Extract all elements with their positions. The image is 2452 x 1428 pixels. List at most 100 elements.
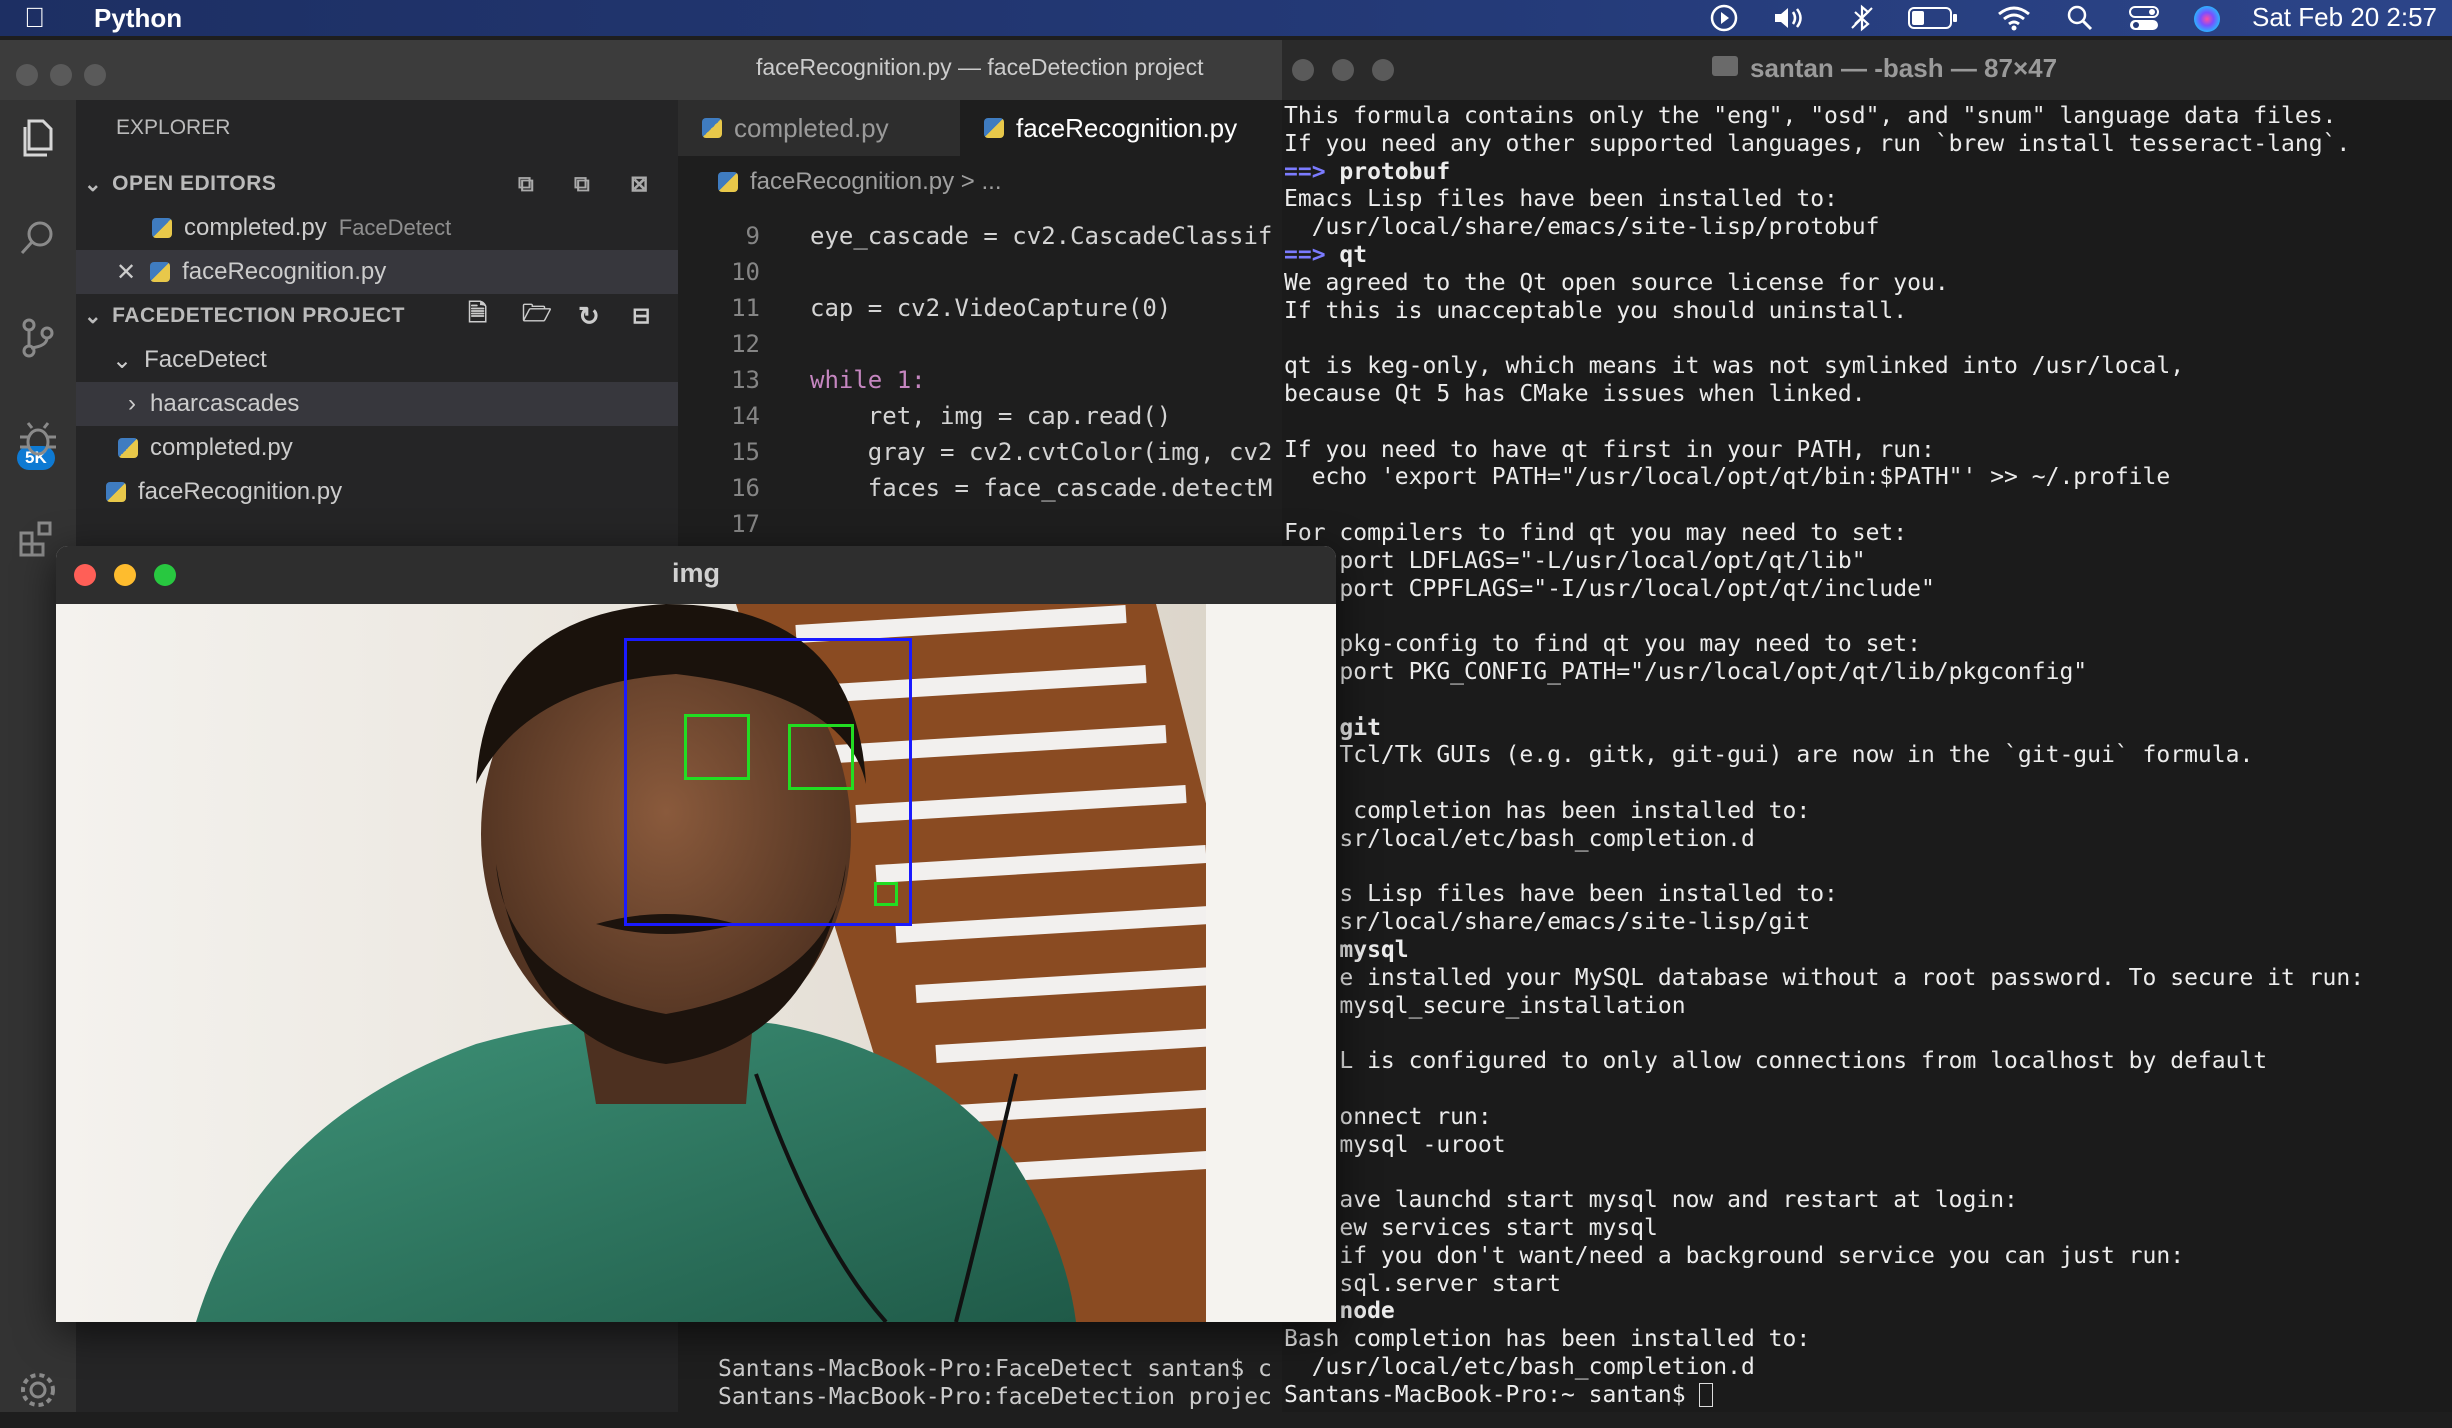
- terminal-line: echo 'export PATH="/usr/local/opt/qt/bin…: [1284, 464, 2171, 491]
- terminal-output[interactable]: This formula contains only the "eng", "o…: [1284, 102, 2452, 1412]
- clock[interactable]: Sat Feb 20 2:57: [2252, 2, 2437, 33]
- menu-bar:  Python Sat Feb 20 2:57: [0, 0, 2452, 36]
- code-line[interactable]: faces = face_cascade.detectM: [810, 474, 1273, 502]
- tab-label: faceRecognition.py: [1016, 112, 1238, 143]
- terminal-line: We agreed to the Qt open source license …: [1284, 269, 1949, 296]
- tab-label: completed.py: [734, 112, 889, 143]
- open-editor-hint: FaceDetect: [338, 215, 452, 240]
- zoom-window-button[interactable]: [1372, 59, 1394, 81]
- python-file-icon: [118, 438, 138, 458]
- terminal-line: /usr/local/share/emacs/site-lisp/protobu…: [1284, 214, 1880, 241]
- app-menu-name[interactable]: Python: [94, 3, 182, 34]
- terminal-line: ==> qt: [1284, 242, 1368, 268]
- terminal-line: port CPPFLAGS="-I/usr/local/opt/qt/inclu…: [1284, 575, 1935, 602]
- terminal-line: because Qt 5 has CMake issues when linke…: [1284, 381, 1866, 407]
- terminal-line: qt is keg-only, which means it was not s…: [1284, 353, 2185, 380]
- terminal-line: Bash completion has been installed to:: [1284, 1326, 1811, 1353]
- close-icon[interactable]: ✕: [116, 258, 136, 287]
- editor-tabs: completed.py faceRecognition.py: [678, 100, 1282, 156]
- code-line[interactable]: cap = cv2.VideoCapture(0): [810, 294, 1171, 322]
- play-circle-icon[interactable]: [1710, 4, 1738, 32]
- line-number: 9: [745, 222, 760, 250]
- terminal-line: If you need any other supported language…: [1284, 130, 2351, 157]
- battery-icon[interactable]: [1908, 6, 1958, 30]
- terminal-line: Tcl/Tk GUIs (e.g. gitk, git-gui) are now…: [1284, 742, 2254, 769]
- breadcrumb[interactable]: faceRecognition.py > ...: [678, 160, 1282, 204]
- open-editor-item-active[interactable]: ✕ faceRecognition.py: [76, 250, 678, 294]
- terminal-line: If you need to have qt first in your PAT…: [1284, 436, 1935, 463]
- terminal-line: e installed your MySQL database without …: [1284, 964, 2365, 991]
- tree-file-completed[interactable]: completed.py: [76, 426, 678, 470]
- terminal-line: Santans-MacBook-Pro:~ santan$: [1284, 1381, 1714, 1409]
- bluetooth-icon[interactable]: [1850, 4, 1874, 32]
- chevron-down-icon: ⌄: [84, 304, 103, 328]
- volume-icon[interactable]: [1772, 4, 1808, 32]
- eye-detection-box: [684, 714, 750, 780]
- new-folder-icon[interactable]: 🗁: [522, 296, 552, 337]
- refresh-icon[interactable]: ↻: [578, 301, 600, 332]
- code-line[interactable]: while 1:: [810, 366, 926, 394]
- terminal-line: pkg-config to find qt you may need to se…: [1284, 631, 1921, 658]
- control-center-icon[interactable]: [2128, 4, 2160, 32]
- search-icon[interactable]: [0, 200, 76, 276]
- tab-facerecognition[interactable]: faceRecognition.py: [960, 100, 1282, 156]
- source-control-icon[interactable]: [0, 300, 76, 376]
- tree-item-label: haarcascades: [150, 390, 300, 417]
- new-untitled-file-icon[interactable]: ⧉: [518, 171, 534, 197]
- tree-file-facerecognition[interactable]: faceRecognition.py: [76, 470, 678, 514]
- tree-item-label: faceRecognition.py: [138, 478, 343, 505]
- settings-gear-icon[interactable]: [0, 1352, 76, 1428]
- line-number: 16: [731, 474, 760, 502]
- collapse-all-icon[interactable]: ⊟: [632, 303, 651, 329]
- code-line[interactable]: gray = cv2.cvtColor(img, cv2: [810, 438, 1273, 466]
- vscode-titlebar: faceRecognition.py — faceDetection proje…: [0, 40, 1282, 100]
- python-file-icon: [718, 172, 738, 192]
- wifi-icon[interactable]: [1996, 4, 2032, 32]
- save-all-icon[interactable]: ⧉: [574, 171, 590, 197]
- close-all-icon[interactable]: ⊠: [630, 171, 649, 197]
- open-editor-item[interactable]: completed.py FaceDetect: [76, 206, 678, 250]
- terminal-line: ave launchd start mysql now and restart …: [1284, 1187, 2018, 1214]
- terminal-titlebar: santan — -bash — 87×47: [1282, 40, 2452, 100]
- explorer-title: EXPLORER: [116, 116, 231, 139]
- search-icon[interactable]: [2066, 4, 2094, 32]
- tab-completed[interactable]: completed.py: [678, 100, 960, 156]
- chevron-down-icon: ⌄: [112, 346, 133, 374]
- line-number: 11: [731, 294, 760, 322]
- terminal-line: ==> protobuf: [1284, 158, 1451, 185]
- code-line[interactable]: ret, img = cap.read(): [810, 402, 1171, 430]
- apple-icon[interactable]: : [24, 2, 45, 34]
- new-file-icon[interactable]: 🗎: [468, 296, 488, 337]
- terminal-line: /usr/local/etc/bash_completion.d: [1284, 1354, 1755, 1380]
- folder-icon: [1712, 56, 1738, 76]
- terminal-line: For compilers to find qt you may need to…: [1284, 520, 1908, 546]
- chevron-down-icon: ⌄: [84, 172, 103, 196]
- open-editor-name: completed.py: [184, 214, 327, 241]
- project-section[interactable]: ⌄ FACEDETECTION PROJECT 🗎 🗁 ↻ ⊟: [76, 294, 678, 338]
- close-window-button[interactable]: [1292, 59, 1314, 81]
- code-line[interactable]: eye_cascade = cv2.CascadeClassif: [810, 222, 1272, 250]
- tree-folder-haarcascades[interactable]: › haarcascades: [76, 382, 678, 426]
- chevron-right-icon: ›: [128, 390, 136, 417]
- debug-icon[interactable]: [0, 400, 76, 476]
- minimize-window-button[interactable]: [50, 64, 72, 86]
- minimize-window-button[interactable]: [1332, 59, 1354, 81]
- open-editors-section[interactable]: ⌄ OPEN EDITORS ⧉ ⧉ ⊠: [76, 162, 678, 206]
- python-file-icon: [702, 118, 722, 138]
- line-number: 14: [731, 402, 760, 430]
- siri-icon[interactable]: [2192, 4, 2222, 34]
- explorer-icon[interactable]: [0, 100, 76, 176]
- breadcrumb-text: faceRecognition.py > ...: [750, 168, 1002, 195]
- line-number: 13: [731, 366, 760, 394]
- zoom-window-button[interactable]: [84, 64, 106, 86]
- terminal-line: s Lisp files have been installed to:: [1284, 881, 1838, 908]
- img-window-titlebar: img: [56, 546, 1336, 604]
- tree-folder-facedetect[interactable]: ⌄ FaceDetect: [76, 338, 678, 382]
- terminal-line: ew services start mysql: [1284, 1215, 1658, 1241]
- terminal-line: sr/local/share/emacs/site-lisp/git: [1284, 909, 1811, 936]
- terminal-line: if you don't want/need a background serv…: [1284, 1242, 2185, 1269]
- close-window-button[interactable]: [16, 64, 38, 86]
- integrated-terminal-line: Santans-MacBook-Pro:faceDetection projec: [718, 1384, 1272, 1410]
- tree-item-label: completed.py: [150, 434, 293, 461]
- line-number: 10: [731, 258, 760, 286]
